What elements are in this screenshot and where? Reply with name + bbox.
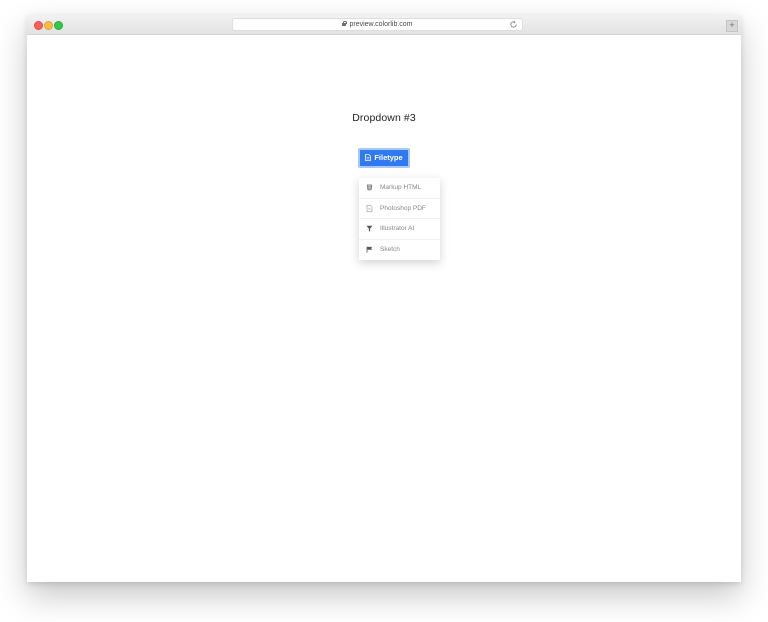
- menu-item-label: Illustrator AI: [380, 225, 415, 232]
- menu-item-label: Photoshop PDF: [380, 204, 426, 212]
- page-title: Dropdown #3: [352, 112, 416, 124]
- file-icon: [365, 153, 372, 161]
- menu-item-label: Markup HTML: [380, 184, 422, 191]
- menu-item-markup-html[interactable]: Markup HTML: [359, 178, 440, 199]
- address-bar[interactable]: preview.colorlib.com: [232, 18, 523, 31]
- file-pdf-icon: [366, 204, 373, 212]
- menu-item-photoshop-pdf[interactable]: Photoshop PDF: [359, 199, 440, 219]
- filter-icon: [366, 225, 373, 232]
- menu-item-illustrator-ai[interactable]: Illustrator AI: [359, 219, 440, 240]
- filetype-dropdown-button[interactable]: Filetype: [358, 148, 410, 168]
- filetype-button-label: Filetype: [374, 153, 403, 162]
- url-text: preview.colorlib.com: [349, 21, 413, 28]
- close-window-button[interactable]: [34, 21, 43, 30]
- filetype-dropdown-menu: Markup HTML Photoshop PDF Illustrator AI: [359, 178, 440, 260]
- screenshot-stage: preview.colorlib.com + Dropdown #3 Filet…: [0, 0, 768, 622]
- browser-window: preview.colorlib.com + Dropdown #3 Filet…: [27, 15, 741, 582]
- address-bar-content: preview.colorlib.com: [233, 19, 522, 30]
- html5-icon: [366, 184, 373, 191]
- browser-titlebar: preview.colorlib.com +: [27, 15, 741, 35]
- menu-item-sketch[interactable]: Sketch: [359, 240, 440, 261]
- flag-icon: [366, 246, 373, 253]
- minimize-window-button[interactable]: [44, 21, 53, 30]
- page-content: Dropdown #3 Filetype Markup HTML Photosh…: [27, 35, 741, 582]
- reload-icon[interactable]: [509, 20, 518, 29]
- new-tab-button[interactable]: +: [726, 20, 738, 32]
- menu-item-label: Sketch: [380, 245, 400, 253]
- maximize-window-button[interactable]: [54, 21, 63, 30]
- lock-icon: [342, 20, 347, 26]
